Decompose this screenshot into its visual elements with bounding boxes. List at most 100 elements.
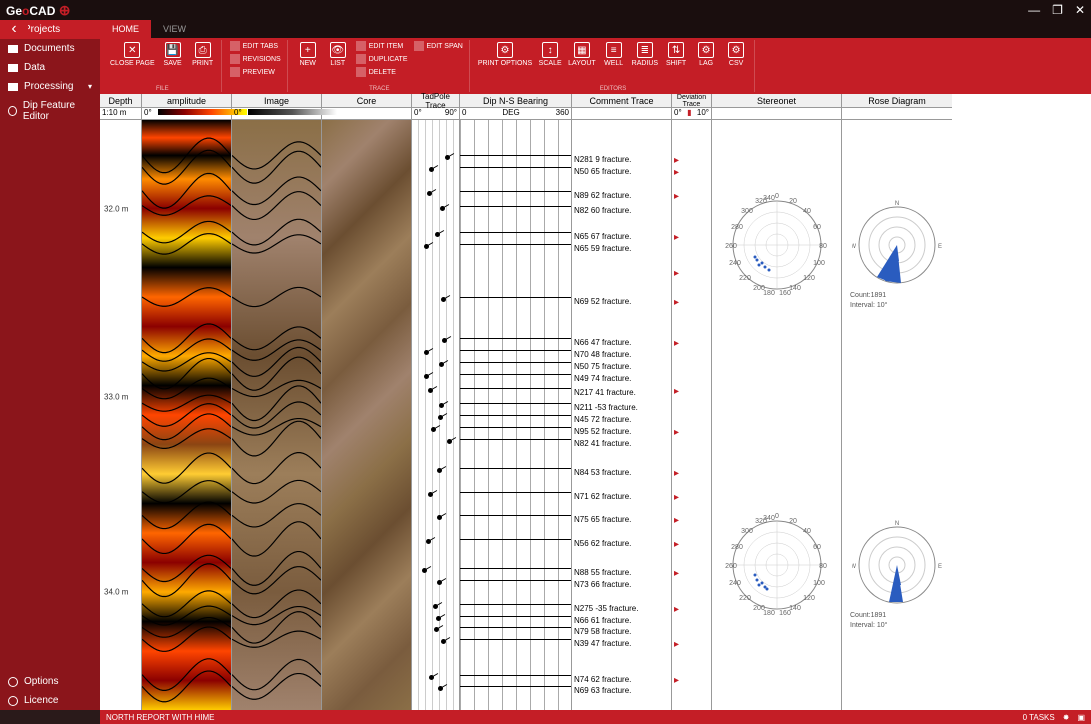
- status-icon-2[interactable]: ▣: [1077, 713, 1085, 722]
- layout-button[interactable]: ▦LAYOUT: [566, 40, 598, 69]
- comment-body[interactable]: N281 9 fracture. N50 65 fracture. N89 62 f…: [572, 120, 671, 710]
- csv-button[interactable]: ⚙CSV: [722, 40, 750, 69]
- comment-item[interactable]: N50 75 fracture.: [574, 362, 631, 371]
- tab-view[interactable]: VIEW: [151, 20, 198, 38]
- comment-item[interactable]: N211 -53 fracture.: [574, 403, 638, 412]
- edit-icon: [356, 41, 366, 51]
- revisions-icon: [230, 54, 240, 64]
- shift-button[interactable]: ⇅SHIFT: [662, 40, 690, 69]
- status-tasks[interactable]: 0 TASKS: [1023, 713, 1055, 722]
- sidebar-item-dip-editor[interactable]: Dip Feature Editor: [0, 96, 100, 126]
- sidebar-label: Projects: [24, 24, 60, 35]
- delete-button[interactable]: DELETE: [354, 66, 410, 78]
- comment-item[interactable]: N281 9 fracture.: [574, 155, 631, 164]
- lag-button[interactable]: ⚙LAG: [692, 40, 720, 69]
- save-button[interactable]: 💾SAVE: [159, 40, 187, 69]
- comment-item[interactable]: N88 55 fracture.: [574, 568, 631, 577]
- rose-body[interactable]: N E W Count:1891 Interval: 10° N E W Cou…: [842, 120, 952, 710]
- ribbon-small-label: EDIT SPAN: [427, 43, 463, 50]
- sidebar-item-documents[interactable]: Documents: [0, 39, 100, 58]
- dip-body[interactable]: [460, 120, 571, 710]
- comment-item[interactable]: N70 48 fracture.: [574, 350, 631, 359]
- tadpole-header: TadPole Trace: [412, 94, 459, 108]
- comment-item[interactable]: N73 66 fracture.: [574, 580, 631, 589]
- sidebar-item-processing[interactable]: Processing ▾: [0, 77, 100, 96]
- comment-item[interactable]: N95 52 fracture.: [574, 427, 631, 436]
- new-button[interactable]: +NEW: [294, 40, 322, 78]
- print-options-button[interactable]: ⚙PRINT OPTIONS: [476, 40, 534, 69]
- close-page-button[interactable]: ✕ CLOSE PAGE: [108, 40, 157, 69]
- edit-tabs-button[interactable]: EDIT TABS: [228, 40, 283, 52]
- comment-item[interactable]: N50 65 fracture.: [574, 167, 631, 176]
- print-button[interactable]: ⎙PRINT: [189, 40, 217, 69]
- comment-item[interactable]: N71 62 fracture.: [574, 492, 631, 501]
- list-button[interactable]: 👁LIST: [324, 40, 352, 78]
- comment-item[interactable]: N66 47 fracture.: [574, 338, 631, 347]
- sidebar-label: Documents: [24, 43, 75, 54]
- comment-item[interactable]: N45 72 fracture.: [574, 415, 631, 424]
- comment-item[interactable]: N79 58 fracture.: [574, 627, 631, 636]
- tadpole: [433, 604, 438, 609]
- dev-mark-header: ▮: [687, 108, 691, 119]
- ribbon-group-label: EDITORS: [600, 86, 627, 92]
- svg-text:100: 100: [813, 580, 825, 587]
- preview-button[interactable]: PREVIEW: [228, 66, 283, 78]
- image-body[interactable]: [232, 120, 321, 710]
- back-button[interactable]: ‹: [0, 20, 28, 38]
- comment-item[interactable]: N65 59 fracture.: [574, 244, 631, 253]
- ribbon-label: LIST: [330, 60, 345, 67]
- tadpole-body[interactable]: [412, 120, 459, 710]
- tadpole: [437, 515, 442, 520]
- sidebar-item-options[interactable]: Options: [0, 672, 100, 691]
- deviation-mark: ▸: [674, 568, 679, 579]
- comment-item[interactable]: N217 41 fracture.: [574, 388, 636, 397]
- sidebar-item-data[interactable]: Data: [0, 58, 100, 77]
- edit-span-button[interactable]: EDIT SPAN: [412, 40, 465, 52]
- comment-item[interactable]: N49 74 fracture.: [574, 374, 631, 383]
- comment-item[interactable]: N75 65 fracture.: [574, 515, 631, 524]
- deviation-body[interactable]: ▸▸▸▸▸▸▸▸▸▸▸▸▸▸▸▸▸: [672, 120, 711, 710]
- sidebar-item-licence[interactable]: Licence: [0, 691, 100, 710]
- scale-button[interactable]: ↕SCALE: [536, 40, 564, 69]
- comment-sub: [572, 108, 671, 120]
- status-icon-1[interactable]: ✸: [1063, 713, 1070, 722]
- ribbon-label: CLOSE PAGE: [110, 60, 155, 67]
- tadpole: [427, 191, 432, 196]
- dip-line: [460, 686, 571, 687]
- close-icon: ✕: [124, 42, 140, 58]
- svg-text:80: 80: [819, 563, 827, 570]
- maximize-button[interactable]: ❐: [1052, 3, 1063, 17]
- tab-home[interactable]: HOME: [100, 20, 151, 38]
- comment-item[interactable]: N275 -35 fracture.: [574, 604, 638, 613]
- comment-item[interactable]: N82 60 fracture.: [574, 206, 631, 215]
- duplicate-button[interactable]: DUPLICATE: [354, 53, 410, 65]
- revisions-button[interactable]: REVISIONS: [228, 53, 283, 65]
- ribbon-small-label: DELETE: [369, 69, 396, 76]
- comment-item[interactable]: N84 53 fracture.: [574, 468, 631, 477]
- depth-body[interactable]: 32.0 m33.0 m34.0 m: [100, 120, 141, 710]
- minimize-button[interactable]: —: [1028, 3, 1040, 17]
- comment-item[interactable]: N74 62 fracture.: [574, 675, 631, 684]
- dip-line: [460, 439, 571, 440]
- image-header: Image: [232, 94, 321, 108]
- radius-button[interactable]: ≣RADIUS: [630, 40, 660, 69]
- comment-item[interactable]: N66 61 fracture.: [574, 616, 631, 625]
- edit-item-button[interactable]: EDIT ITEM: [354, 40, 410, 52]
- comment-item[interactable]: N56 62 fracture.: [574, 539, 631, 548]
- comment-item[interactable]: N89 62 fracture.: [574, 191, 631, 200]
- close-button[interactable]: ✕: [1075, 3, 1085, 17]
- stereonet-body[interactable]: 0 20 40 60 80 100 120 140 160 180 200 22…: [712, 120, 841, 710]
- well-button[interactable]: ≡WELL: [600, 40, 628, 69]
- tadpole: [431, 427, 436, 432]
- tab-label: HOME: [112, 24, 139, 34]
- comment-item[interactable]: N65 67 fracture.: [574, 232, 631, 241]
- comment-item[interactable]: N69 63 fracture.: [574, 686, 631, 695]
- lag-icon: ⚙: [698, 42, 714, 58]
- core-body[interactable]: [322, 120, 411, 710]
- comment-item[interactable]: N69 52 fracture.: [574, 297, 631, 306]
- svg-text:280: 280: [731, 224, 743, 231]
- tabbar: ‹ HOME VIEW: [100, 20, 1091, 38]
- comment-item[interactable]: N82 41 fracture.: [574, 439, 631, 448]
- comment-item[interactable]: N39 47 fracture.: [574, 639, 631, 648]
- amplitude-body[interactable]: [142, 120, 231, 710]
